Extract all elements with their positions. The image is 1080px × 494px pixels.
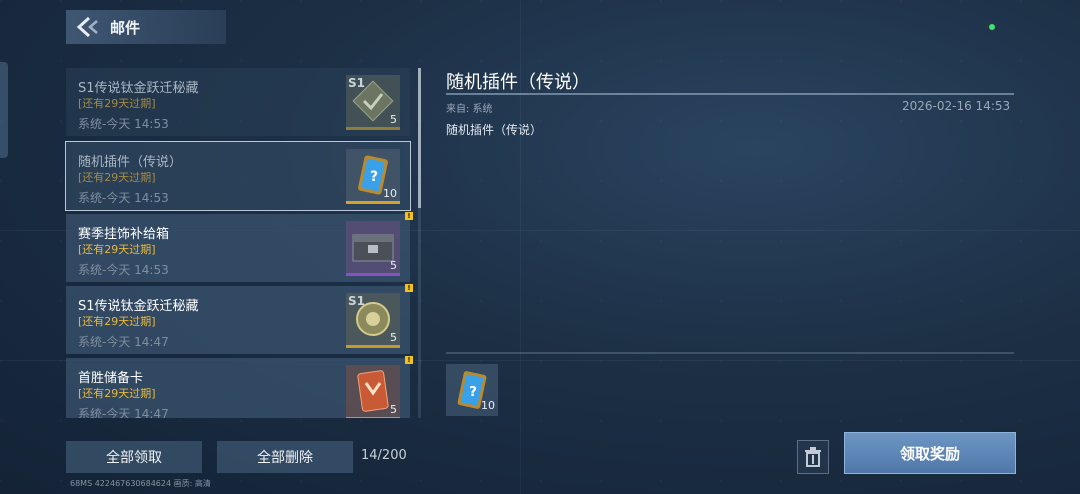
claim-reward-label: 领取奖励: [899, 444, 960, 463]
back-arrow-icon: [76, 16, 98, 38]
mail-item[interactable]: 首胜储备卡 [还有29天过期] 系统-今天 14:47 5 !: [66, 356, 413, 418]
mail-title: 赛季挂饰补给箱: [78, 227, 170, 242]
attachment-item[interactable]: ? 10: [446, 364, 498, 416]
mail-thumbnail: 5: [346, 365, 400, 418]
mail-title: S1传说钛金跃迁秘藏: [78, 299, 199, 314]
mail-expiry: [还有29天过期]: [78, 243, 156, 256]
divider: [446, 352, 1014, 354]
mail-item[interactable]: S1传说钛金跃迁秘藏 [还有29天过期] 系统-今天 14:53 5 S1: [66, 68, 410, 136]
page-header: 邮件: [66, 10, 226, 44]
divider: [446, 93, 1014, 95]
svg-text:?: ?: [469, 384, 477, 400]
svg-text:?: ?: [370, 169, 378, 185]
rarity-bar: [346, 273, 400, 276]
claim-reward-button[interactable]: 领取奖励: [844, 432, 1016, 474]
mail-expiry: [还有29天过期]: [78, 171, 156, 184]
mail-title: 随机插件（传说）: [78, 155, 183, 170]
claim-all-label: 全部领取: [106, 450, 162, 466]
mail-sender: 来自: 系统: [446, 104, 493, 115]
mail-time: 系统-今天 14:47: [78, 335, 169, 349]
side-tab[interactable]: [0, 62, 8, 158]
attachment-count: 10: [481, 399, 495, 412]
mail-body: 随机插件（传说）: [446, 123, 543, 137]
mail-list[interactable]: S1传说钛金跃迁秘藏 [还有29天过期] 系统-今天 14:53 5 S1 随机…: [63, 66, 413, 418]
delete-all-button[interactable]: 全部删除: [217, 441, 353, 473]
item-count: 5: [390, 113, 397, 126]
new-mail-badge: !: [405, 212, 413, 220]
page-title: 邮件: [110, 18, 141, 37]
footer-info: 68MS 422467630684624 画质: 高清: [70, 479, 211, 488]
claim-all-button[interactable]: 全部领取: [66, 441, 202, 473]
item-count: 10: [383, 187, 397, 200]
season-tag: S1: [348, 294, 365, 308]
scrollbar-thumb[interactable]: [418, 68, 421, 208]
mail-time: 系统-今天 14:53: [78, 263, 169, 277]
rarity-bar: [346, 201, 400, 204]
new-mail-badge: !: [405, 284, 413, 292]
item-count: 5: [390, 403, 397, 416]
delete-mail-button[interactable]: [797, 440, 829, 474]
mail-item-selected[interactable]: 随机插件（传说） [还有29天过期] 系统-今天 14:53 ? 10: [65, 141, 411, 211]
new-mail-badge: !: [405, 356, 413, 364]
mail-expiry: [还有29天过期]: [78, 97, 156, 110]
mail-count: 14/200: [361, 448, 407, 463]
online-status-dot: [989, 24, 995, 30]
mail-time: 系统-今天 14:47: [78, 407, 169, 418]
mail-item[interactable]: 赛季挂饰补给箱 [还有29天过期] 系统-今天 14:53 5 !: [66, 212, 413, 282]
mail-thumbnail: ? 10: [346, 149, 400, 204]
mail-list-scrollbar[interactable]: [418, 68, 421, 418]
rarity-bar: [346, 345, 400, 348]
mail-date: 2026-02-16 14:53: [902, 99, 1011, 113]
mail-item[interactable]: S1传说钛金跃迁秘藏 [还有29天过期] 系统-今天 14:47 5 S1 !: [66, 284, 413, 354]
delete-all-label: 全部删除: [257, 450, 313, 466]
mail-time: 系统-今天 14:53: [78, 117, 169, 131]
trash-icon: [805, 447, 821, 467]
mail-title: 首胜储备卡: [78, 371, 144, 386]
mail-time: 系统-今天 14:53: [78, 191, 169, 205]
mail-detail-title: 随机插件（传说）: [446, 72, 590, 93]
season-tag: S1: [348, 76, 365, 90]
mail-expiry: [还有29天过期]: [78, 315, 156, 328]
mail-thumbnail: 5: [346, 221, 400, 276]
item-count: 5: [390, 331, 397, 344]
mail-title: S1传说钛金跃迁秘藏: [78, 81, 199, 96]
rarity-bar: [346, 127, 400, 130]
mail-expiry: [还有29天过期]: [78, 387, 156, 400]
back-button[interactable]: [66, 10, 110, 44]
rarity-bar: [346, 417, 400, 418]
item-count: 5: [390, 259, 397, 272]
